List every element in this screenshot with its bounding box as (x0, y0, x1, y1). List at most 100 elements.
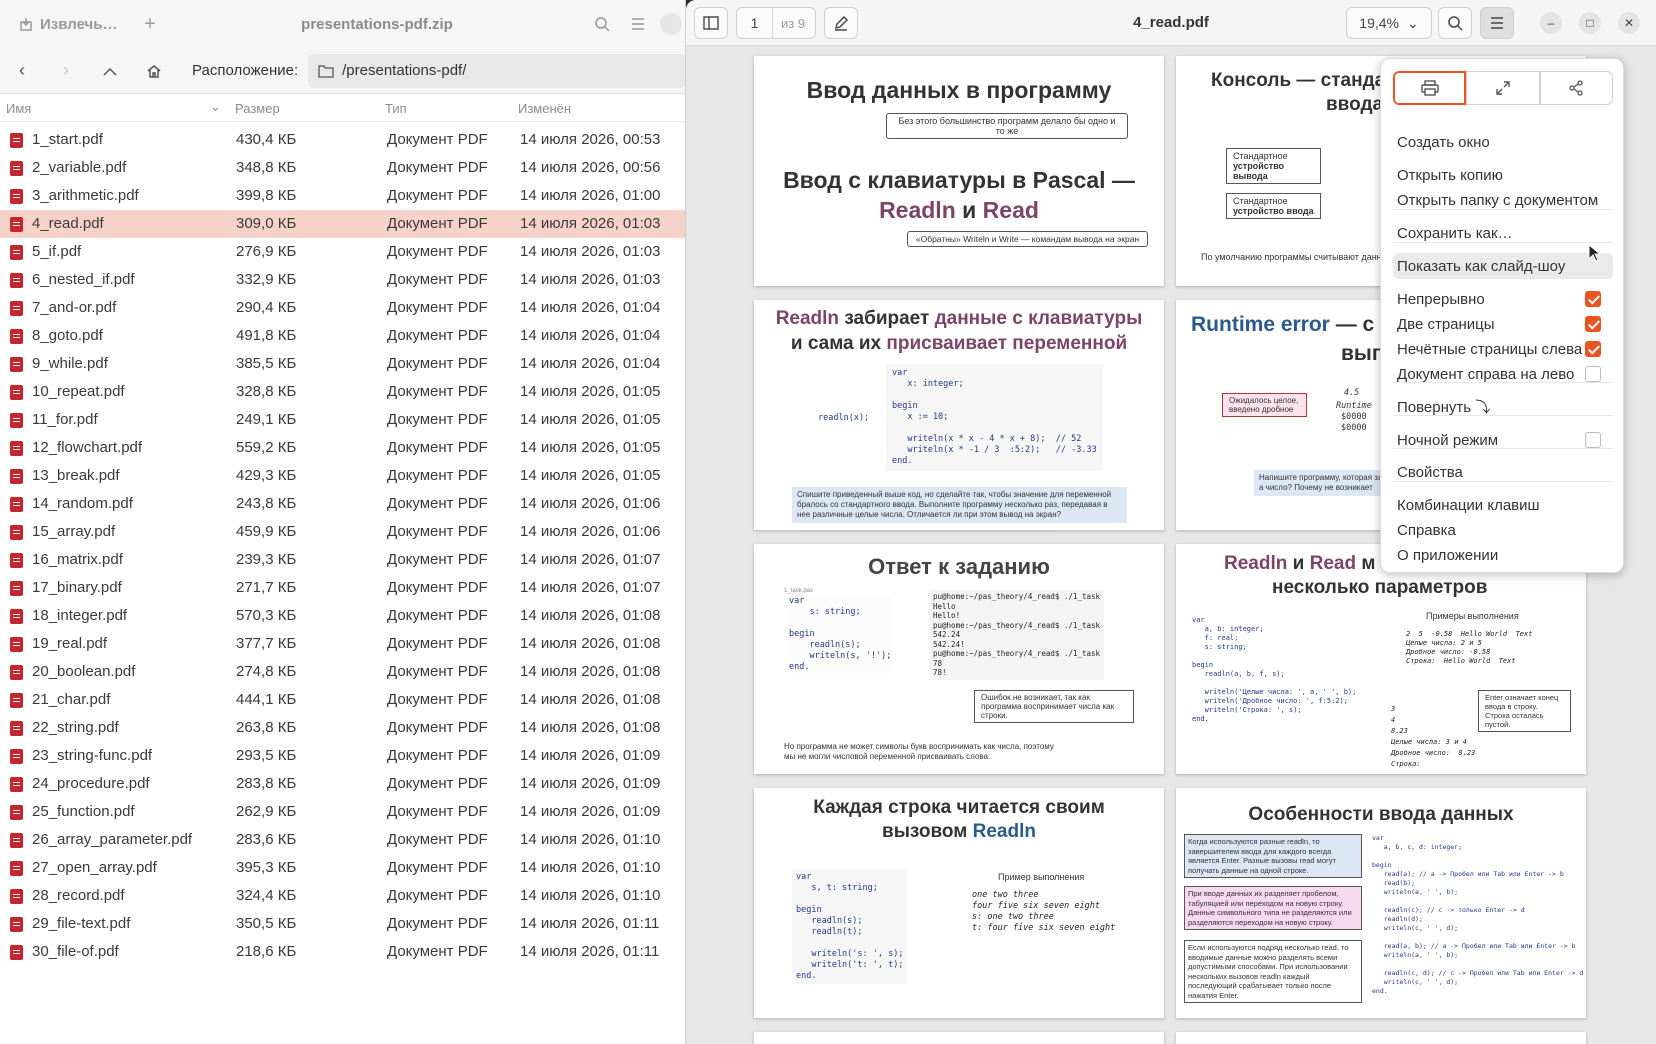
file-type: Документ PDF (387, 271, 488, 288)
back-icon[interactable]: ‹ (0, 48, 44, 94)
menu-item[interactable]: Две страницы (1393, 311, 1613, 337)
file-row[interactable]: 3_arithmetic.pdf 399,8 КБ Документ PDF 14 и… (0, 182, 685, 210)
file-name: 28_record.pdf (32, 887, 125, 904)
search-icon[interactable] (1438, 7, 1472, 39)
column-type[interactable]: Тип (385, 101, 407, 116)
file-row[interactable]: 2_variable.pdf 348,8 КБ Документ PDF 14 июл… (0, 154, 685, 182)
pdf-file-icon (10, 609, 23, 624)
maximize-icon[interactable]: □ (1579, 12, 1601, 34)
sidebar-toggle-icon[interactable] (694, 7, 728, 39)
page-number-input[interactable]: 1 (737, 8, 773, 38)
slide-code: var s, t: string; begin readln(s); readl… (792, 870, 908, 984)
file-row[interactable]: 27_open_array.pdf 395,3 КБ Документ PDF 14 … (0, 854, 685, 882)
extract-button[interactable]: Извлечь… (0, 0, 130, 48)
file-row[interactable]: 29_file-text.pdf 350,5 КБ Документ PDF 14 и… (0, 910, 685, 938)
menu-item[interactable]: Справка (1393, 517, 1613, 543)
slide-thumbnail[interactable]: Ответ к заданию 1_task.pas var s: string… (754, 544, 1164, 774)
menu-item[interactable]: Комбинации клавиш (1393, 492, 1613, 518)
menu-item[interactable]: Показать как слайд-шоу (1393, 253, 1613, 279)
file-row[interactable]: 11_for.pdf 249,1 КБ Документ PDF 14 июля 20… (0, 406, 685, 434)
file-row[interactable]: 28_record.pdf 324,4 КБ Документ PDF 14 июля… (0, 882, 685, 910)
fullscreen-icon[interactable] (1466, 71, 1540, 105)
menu-item[interactable]: Свойства (1393, 459, 1613, 485)
location-field[interactable]: /presentations-pdf/ (308, 53, 685, 88)
page-selector[interactable]: 1 из 9 (736, 7, 816, 39)
hamburger-icon[interactable] (620, 0, 656, 48)
file-row[interactable]: 22_string.pdf 263,8 КБ Документ PDF 14 июля… (0, 714, 685, 742)
file-name: 19_real.pdf (32, 635, 108, 652)
slide-thumbnail[interactable]: Readln и Read м несколько параметров При… (1176, 544, 1586, 774)
add-files-icon[interactable]: + (130, 13, 170, 36)
slide-thumbnail[interactable] (1176, 1032, 1586, 1044)
slide-code: var s: string; begin readln(s); writeln(… (789, 596, 892, 673)
menu-item[interactable]: Нечётные страницы слева (1393, 336, 1613, 362)
file-row[interactable]: 14_random.pdf 243,8 КБ Документ PDF 14 июля… (0, 490, 685, 518)
file-row[interactable]: 23_string-func.pdf 293,5 КБ Документ PDF 14… (0, 742, 685, 770)
minimize-icon[interactable] (656, 0, 685, 48)
file-row[interactable]: 9_while.pdf 385,5 КБ Документ PDF 14 июля 2… (0, 350, 685, 378)
menu-item[interactable]: Создать окно (1393, 129, 1613, 155)
menu-item[interactable]: О приложении (1393, 542, 1613, 568)
file-row[interactable]: 13_break.pdf 429,3 КБ Документ PDF 14 июля … (0, 462, 685, 490)
checkbox[interactable] (1585, 432, 1601, 448)
checkbox[interactable] (1585, 341, 1601, 357)
file-row[interactable]: 6_nested_if.pdf 332,9 КБ Документ PDF 14 ию… (0, 266, 685, 294)
column-size[interactable]: Размер (235, 101, 280, 116)
home-icon[interactable] (132, 48, 176, 94)
sort-chevron-icon[interactable]: ⌄ (210, 99, 221, 115)
forward-icon[interactable]: › (44, 48, 88, 94)
file-name: 27_open_array.pdf (32, 859, 157, 876)
slide-thumbnail[interactable]: Особенности ввода данных Когда использую… (1176, 788, 1586, 1018)
share-icon[interactable] (1539, 71, 1613, 105)
file-row[interactable]: 16_matrix.pdf 239,3 КБ Документ PDF 14 июля… (0, 546, 685, 574)
file-row[interactable]: 8_goto.pdf 491,8 КБ Документ PDF 14 июля 20… (0, 322, 685, 350)
main-menu-button[interactable] (1480, 7, 1514, 39)
menu-item[interactable]: Сохранить как… (1393, 220, 1613, 246)
file-row[interactable]: 19_real.pdf 377,7 КБ Документ PDF 14 июля 2… (0, 630, 685, 658)
column-modified[interactable]: Изменён (518, 101, 571, 116)
file-row[interactable]: 4_read.pdf 309,0 КБ Документ PDF 14 июля 20… (0, 210, 685, 238)
checkbox[interactable] (1585, 291, 1601, 307)
menu-item[interactable]: Документ справа на лево (1393, 361, 1613, 387)
menu-item[interactable]: Открыть папку с документом (1393, 187, 1613, 213)
checkbox[interactable] (1585, 316, 1601, 332)
file-row[interactable]: 30_file-of.pdf 218,6 КБ Документ PDF 14 июл… (0, 938, 685, 966)
file-modified: 14 июля 2026, 01:05 (520, 467, 661, 484)
file-size: 491,8 КБ (236, 327, 297, 344)
slide-thumbnail[interactable]: Readln забирает данные с клавиатуры и са… (754, 300, 1164, 530)
file-row[interactable]: 17_binary.pdf 271,7 КБ Документ PDF 14 июля… (0, 574, 685, 602)
file-row[interactable]: 21_char.pdf 444,1 КБ Документ PDF 14 июля 2… (0, 686, 685, 714)
file-row[interactable]: 18_integer.pdf 570,3 КБ Документ PDF 14 июл… (0, 602, 685, 630)
up-icon[interactable] (88, 48, 132, 94)
slide-thumbnail[interactable]: Каждая строка читается своим вызовом Rea… (754, 788, 1164, 1018)
close-icon[interactable]: ✕ (1618, 12, 1640, 34)
slide-thumbnail[interactable] (754, 1032, 1164, 1044)
menu-item[interactable]: Ночной режим (1393, 427, 1613, 453)
search-icon[interactable] (584, 0, 620, 48)
file-row[interactable]: 5_if.pdf 276,9 КБ Документ PDF 14 июля 2026… (0, 238, 685, 266)
checkbox[interactable] (1585, 366, 1601, 382)
file-row[interactable]: 7_and-or.pdf 290,4 КБ Документ PDF 14 июля … (0, 294, 685, 322)
column-name[interactable]: Имя (6, 101, 31, 116)
file-row[interactable]: 24_procedure.pdf 283,8 КБ Документ PDF 14 и… (0, 770, 685, 798)
menu-item[interactable]: Открыть копию (1393, 162, 1613, 188)
file-modified: 14 июля 2026, 01:10 (520, 887, 661, 904)
print-icon[interactable] (1393, 71, 1467, 105)
annotate-pen-icon[interactable] (824, 7, 858, 39)
file-row[interactable]: 26_array_parameter.pdf 283,6 КБ Документ P… (0, 826, 685, 854)
file-row[interactable]: 12_flowchart.pdf 559,2 КБ Документ PDF 14 и… (0, 434, 685, 462)
slide-thumbnail[interactable]: Ввод данных в программу Без этого больши… (754, 56, 1164, 286)
file-row[interactable]: 10_repeat.pdf 328,8 КБ Документ PDF 14 июля… (0, 378, 685, 406)
slide-code: $0000 (1341, 412, 1367, 422)
file-name: 24_procedure.pdf (32, 775, 150, 792)
file-row[interactable]: 1_start.pdf 430,4 КБ Документ PDF 14 июля 2… (0, 126, 685, 154)
menu-item[interactable]: Повернуть ⤵ (1393, 393, 1613, 419)
file-name: 17_binary.pdf (32, 579, 122, 596)
menu-item[interactable]: Непрерывно (1393, 286, 1613, 312)
file-type: Документ PDF (387, 159, 488, 176)
file-row[interactable]: 15_array.pdf 459,9 КБ Документ PDF 14 июля … (0, 518, 685, 546)
zoom-selector[interactable]: 19,4% ⌄ (1346, 7, 1432, 39)
file-row[interactable]: 20_boolean.pdf 274,8 КБ Документ PDF 14 июл… (0, 658, 685, 686)
file-row[interactable]: 25_function.pdf 262,9 КБ Документ PDF 14 ию… (0, 798, 685, 826)
minimize-icon[interactable]: – (1540, 12, 1562, 34)
